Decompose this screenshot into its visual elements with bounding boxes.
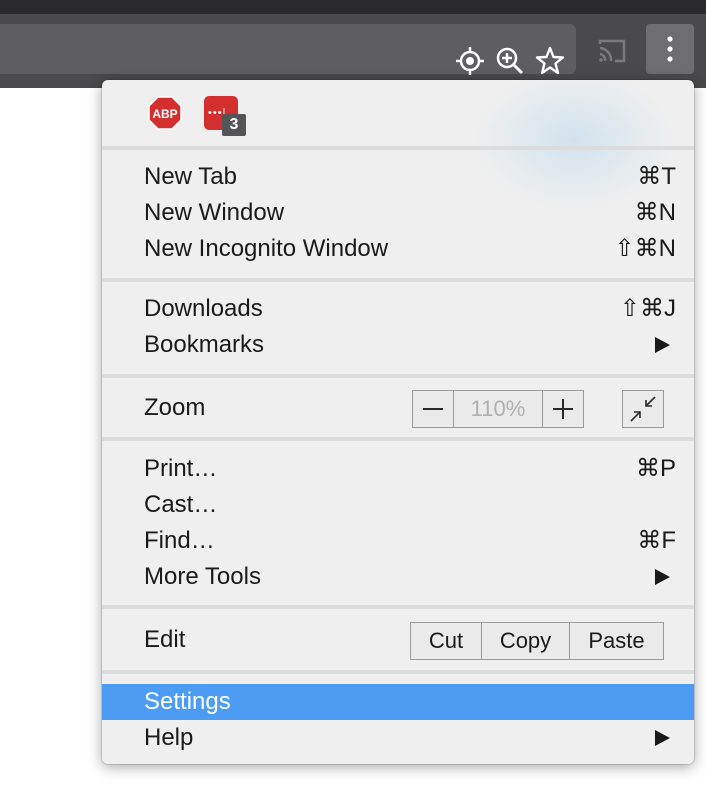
menu-item-label: New Tab — [144, 163, 237, 190]
zoom-out-button[interactable] — [413, 391, 453, 427]
abp-text: ABP — [152, 107, 177, 121]
fullscreen-icon — [630, 396, 656, 422]
edit-control: Cut Copy Paste — [410, 622, 664, 660]
lastpass-badge: 3 — [222, 114, 246, 136]
copy-button[interactable]: Copy — [481, 623, 569, 659]
menu-item-zoom: Zoom 110% — [102, 390, 694, 428]
location-icon[interactable] — [454, 45, 486, 77]
menu-item-label: Find… — [144, 527, 215, 554]
menu-item-help[interactable]: Help — [102, 720, 694, 756]
adblock-plus-extension-icon[interactable]: ABP — [148, 96, 182, 130]
zoom-in-icon[interactable] — [494, 45, 526, 77]
zoom-in-button[interactable] — [543, 391, 583, 427]
address-bar[interactable] — [0, 24, 576, 77]
chrome-main-menu: ABP •••| 3 New Tab ⌘T New Window ⌘N New … — [102, 80, 694, 764]
menu-item-cast[interactable]: Cast… — [102, 487, 694, 523]
paste-button[interactable]: Paste — [569, 623, 663, 659]
menu-item-label: Help — [144, 724, 194, 751]
menu-separator — [102, 605, 694, 609]
fullscreen-button[interactable] — [622, 390, 664, 428]
menu-separator — [102, 437, 694, 441]
menu-item-shortcut: ⌘F — [637, 527, 676, 554]
menu-item-shortcut: ⌘P — [635, 455, 676, 482]
bookmark-star-icon[interactable] — [534, 45, 566, 77]
menu-item-print[interactable]: Print… ⌘P — [102, 451, 694, 487]
menu-item-shortcut: ⇧⌘J — [619, 295, 676, 322]
menu-item-shortcut: ⌘T — [637, 163, 676, 190]
cast-icon[interactable] — [596, 35, 628, 67]
menu-separator — [102, 278, 694, 282]
menu-item-settings[interactable]: Settings — [102, 684, 694, 720]
chrome-menu-button[interactable] — [646, 24, 694, 74]
menu-item-shortcut: ⇧⌘N — [614, 235, 676, 262]
menu-item-more-tools[interactable]: More Tools — [102, 559, 694, 595]
submenu-arrow-icon — [655, 730, 670, 746]
menu-item-new-window[interactable]: New Window ⌘N — [102, 195, 694, 231]
menu-item-label: New Window — [144, 199, 285, 226]
menu-item-find[interactable]: Find… ⌘F — [102, 523, 694, 559]
menu-separator — [102, 374, 694, 378]
menu-item-label: Settings — [144, 688, 231, 715]
menu-item-label: Bookmarks — [144, 331, 265, 358]
zoom-level: 110% — [453, 391, 543, 427]
cut-button[interactable]: Cut — [411, 623, 481, 659]
plus-icon — [553, 399, 573, 419]
menu-item-downloads[interactable]: Downloads ⇧⌘J — [102, 291, 694, 327]
menu-item-label: Edit — [144, 626, 186, 653]
browser-toolbar — [0, 14, 706, 88]
menu-item-label: More Tools — [144, 563, 261, 590]
menu-item-label: New Incognito Window — [144, 235, 389, 262]
menu-item-shortcut: ⌘N — [634, 199, 676, 226]
submenu-arrow-icon — [655, 569, 670, 585]
zoom-control: 110% — [412, 390, 584, 428]
menu-separator — [102, 146, 694, 150]
submenu-arrow-icon — [655, 337, 670, 353]
menu-item-label: Downloads — [144, 295, 263, 322]
menu-item-edit: Edit Cut Copy Paste — [102, 622, 694, 660]
menu-item-new-tab[interactable]: New Tab ⌘T — [102, 159, 694, 195]
window-titlebar — [0, 0, 706, 14]
more-vert-icon — [667, 36, 673, 62]
menu-item-new-incognito-window[interactable]: New Incognito Window ⇧⌘N — [102, 231, 694, 267]
menu-item-bookmarks[interactable]: Bookmarks — [102, 327, 694, 363]
minus-icon — [423, 408, 443, 410]
menu-item-label: Print… — [144, 455, 218, 482]
menu-separator — [102, 670, 694, 674]
menu-item-label: Cast… — [144, 491, 218, 518]
menu-item-label: Zoom — [144, 394, 206, 421]
